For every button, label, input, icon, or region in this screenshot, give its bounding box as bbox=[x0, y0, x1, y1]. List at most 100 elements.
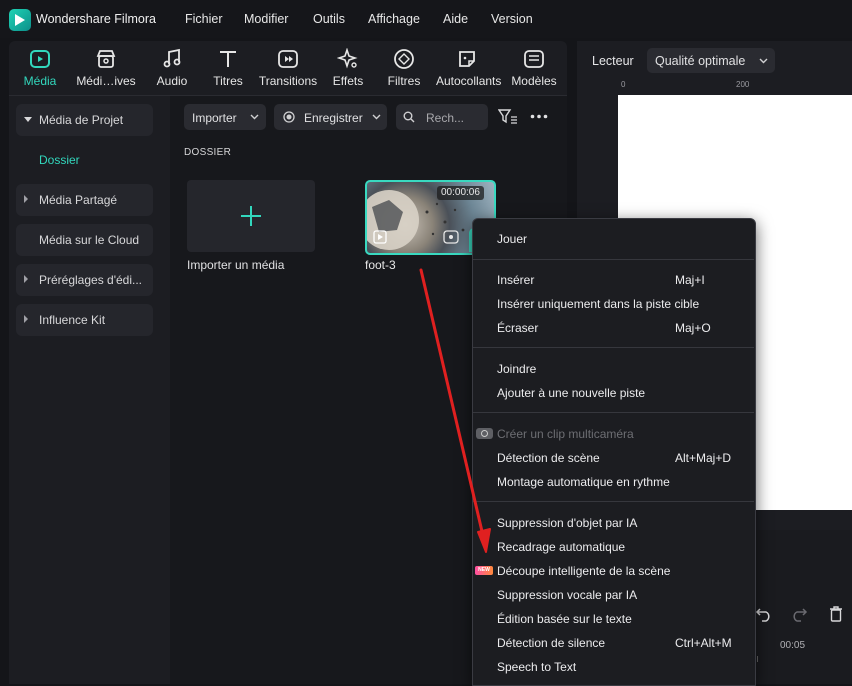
menu-version[interactable]: Version bbox=[491, 12, 533, 26]
undo-icon[interactable] bbox=[755, 606, 773, 622]
shortcut-ecraser: Maj+O bbox=[675, 321, 711, 335]
caret-down-icon bbox=[24, 117, 32, 122]
sidebar-item-label: Préréglages d'édi... bbox=[39, 273, 143, 287]
menu-item-suppression-objet[interactable]: Suppression d'objet par IA bbox=[497, 516, 637, 530]
menu-item-jouer[interactable]: Jouer bbox=[497, 232, 527, 246]
filmora-logo-icon bbox=[9, 9, 31, 31]
menu-separator bbox=[473, 412, 754, 413]
chevron-down-icon bbox=[759, 58, 768, 64]
ruler-tick: 200 bbox=[736, 80, 750, 89]
tab-effets[interactable]: Effets bbox=[317, 46, 379, 92]
effects-sparkle-icon bbox=[337, 48, 358, 69]
sidebar-item-preglages[interactable]: Préréglages d'édi... bbox=[16, 264, 153, 296]
menu-separator bbox=[473, 501, 754, 502]
tab-label: Transitions bbox=[258, 74, 318, 88]
tab-label: Média bbox=[23, 74, 57, 88]
menu-item-inserer-piste-cible[interactable]: Insérer uniquement dans la piste cible bbox=[497, 297, 699, 311]
redo-icon[interactable] bbox=[790, 606, 808, 622]
menu-separator bbox=[473, 347, 754, 348]
shortcut-detection-silence: Ctrl+Alt+M bbox=[675, 636, 732, 650]
menu-item-joindre[interactable]: Joindre bbox=[497, 362, 536, 376]
record-icon bbox=[283, 111, 295, 123]
menu-item-nouvelle-piste[interactable]: Ajouter à une nouvelle piste bbox=[497, 386, 645, 400]
chevron-down-icon bbox=[250, 114, 259, 120]
sidebar-item-media-partage[interactable]: Média Partagé bbox=[16, 184, 153, 216]
menu-item-detection-silence[interactable]: Détection de silence bbox=[497, 636, 605, 650]
menu-modifier[interactable]: Modifier bbox=[244, 12, 288, 26]
tab-modeles[interactable]: Modèles bbox=[503, 46, 565, 92]
ruler-tick: 0 bbox=[621, 80, 626, 89]
menu-item-detection-scene[interactable]: Détection de scène bbox=[497, 451, 600, 465]
menu-fichier[interactable]: Fichier bbox=[185, 12, 223, 26]
filter-funnel-icon[interactable] bbox=[498, 108, 518, 125]
filter-icon bbox=[394, 49, 414, 69]
caret-right-icon bbox=[24, 195, 28, 203]
delete-icon[interactable] bbox=[828, 606, 844, 622]
import-button[interactable]: Importer bbox=[184, 104, 266, 130]
clip-name: foot-3 bbox=[365, 258, 396, 272]
video-type-icon bbox=[373, 230, 387, 244]
player-label: Lecteur bbox=[592, 54, 634, 68]
menu-item-inserer[interactable]: Insérer bbox=[497, 273, 534, 287]
tab-autocollants[interactable]: Autocollants bbox=[436, 46, 502, 92]
menu-separator bbox=[473, 259, 754, 260]
shortcut-inserer: Maj+I bbox=[675, 273, 705, 287]
caret-right-icon bbox=[24, 315, 28, 323]
template-icon bbox=[524, 50, 544, 68]
menu-item-suppression-vocale[interactable]: Suppression vocale par IA bbox=[497, 588, 637, 602]
menu-item-decoupe-scene[interactable]: Découpe intelligente de la scène bbox=[497, 564, 670, 578]
sidebar-item-media-cloud[interactable]: Média sur le Cloud bbox=[16, 224, 153, 256]
sidebar-item-media-projet[interactable]: Média de Projet bbox=[16, 104, 153, 136]
more-options-icon[interactable] bbox=[530, 114, 548, 119]
menu-item-recadrage-auto[interactable]: Recadrage automatique bbox=[497, 540, 625, 554]
chevron-down-icon bbox=[372, 114, 381, 120]
sidebar-item-label: Média sur le Cloud bbox=[39, 233, 140, 247]
sidebar-item-label: Influence Kit bbox=[39, 313, 106, 327]
preview-icon[interactable] bbox=[443, 230, 459, 244]
clip-duration: 00:00:06 bbox=[437, 186, 484, 200]
tab-media-stock[interactable]: Médi…ives bbox=[75, 46, 137, 92]
tab-label: Modèles bbox=[511, 74, 557, 88]
timeline-ruler-ticks bbox=[757, 656, 852, 662]
plus-icon bbox=[241, 206, 261, 226]
tab-titres[interactable]: Titres bbox=[197, 46, 259, 92]
search-placeholder: Rech... bbox=[426, 111, 465, 125]
search-icon bbox=[403, 111, 415, 123]
import-media-card[interactable] bbox=[187, 180, 315, 252]
app-title: Wondershare Filmora bbox=[36, 12, 156, 26]
tab-audio[interactable]: Audio bbox=[141, 46, 203, 92]
shortcut-detection-scene: Alt+Maj+D bbox=[675, 451, 732, 465]
preview-ruler: 0 200 bbox=[618, 79, 852, 96]
caret-right-icon bbox=[24, 275, 28, 283]
text-t-icon bbox=[220, 51, 236, 67]
menu-affichage[interactable]: Affichage bbox=[368, 12, 420, 26]
sidebar-item-influence-kit[interactable]: Influence Kit bbox=[16, 304, 153, 336]
tab-label: Médi…ives bbox=[76, 74, 136, 88]
menu-item-speech-to-text[interactable]: Speech to Text bbox=[497, 660, 576, 674]
tab-label: Filtres bbox=[387, 74, 421, 88]
record-button-label: Enregistrer bbox=[304, 111, 363, 125]
import-media-label: Importer un média bbox=[187, 258, 285, 272]
section-title: DOSSIER bbox=[184, 147, 232, 158]
sticker-icon bbox=[459, 51, 475, 67]
tab-label: Titres bbox=[213, 74, 243, 88]
record-button[interactable]: Enregistrer bbox=[274, 104, 387, 130]
tab-media[interactable]: Média bbox=[9, 46, 71, 92]
menu-item-montage-rythme[interactable]: Montage automatique en rythme bbox=[497, 475, 670, 489]
sidebar-item-dossier[interactable]: Dossier bbox=[39, 153, 80, 167]
tab-transitions[interactable]: Transitions bbox=[257, 46, 319, 92]
menu-outils[interactable]: Outils bbox=[313, 12, 345, 26]
quality-select[interactable]: Qualité optimale bbox=[647, 48, 775, 73]
search-input[interactable]: Rech... bbox=[396, 104, 488, 130]
menu-aide[interactable]: Aide bbox=[443, 12, 468, 26]
tab-label: Autocollants bbox=[436, 74, 502, 88]
menu-item-ecraser[interactable]: Écraser bbox=[497, 321, 538, 335]
new-badge: NEW bbox=[475, 566, 493, 575]
multicam-icon bbox=[476, 428, 493, 439]
music-note-icon bbox=[163, 48, 181, 68]
store-icon bbox=[96, 50, 116, 68]
tab-filtres[interactable]: Filtres bbox=[373, 46, 435, 92]
sidebar-item-label: Média Partagé bbox=[39, 193, 118, 207]
media-icon bbox=[30, 50, 50, 68]
menu-item-edition-texte[interactable]: Édition basée sur le texte bbox=[497, 612, 632, 626]
